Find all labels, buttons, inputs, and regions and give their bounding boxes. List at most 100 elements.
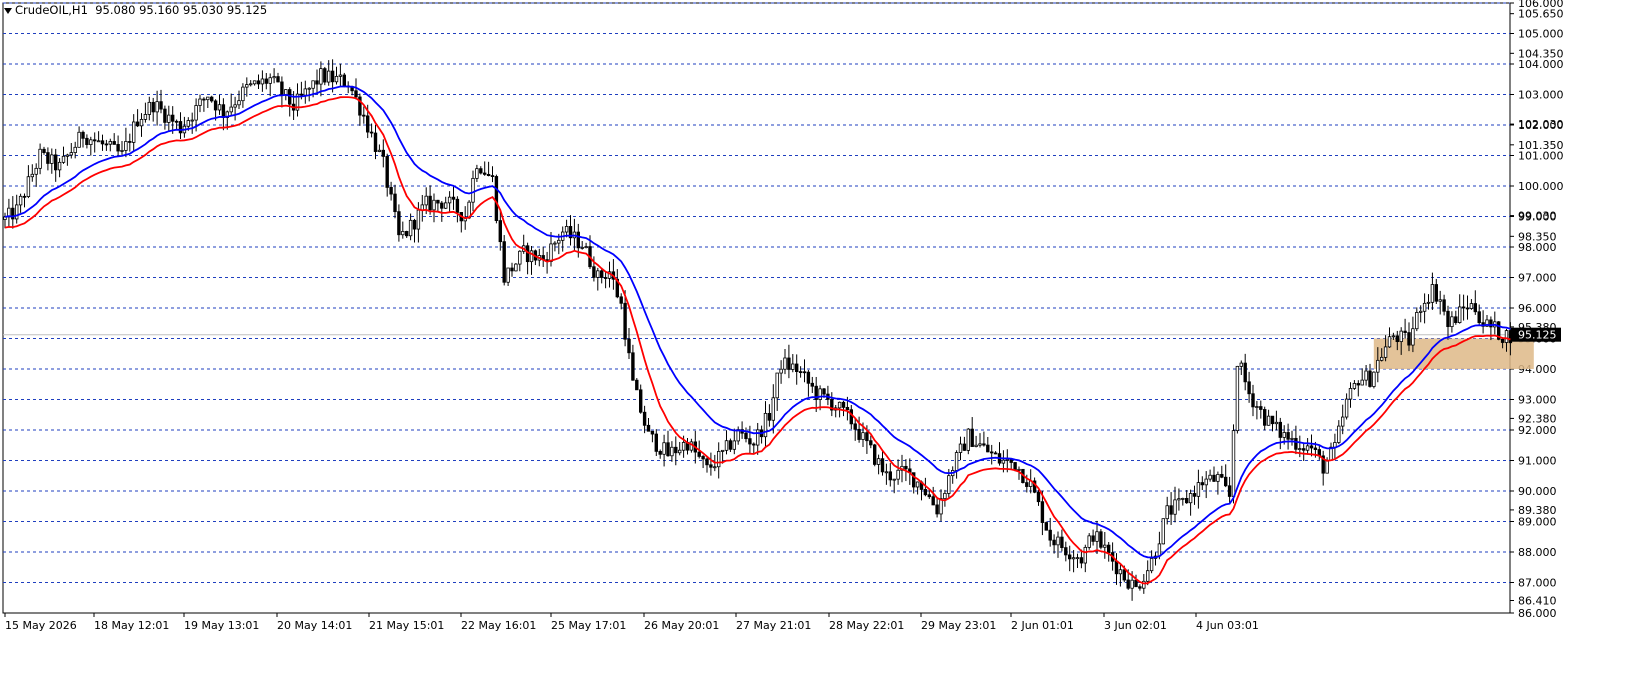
candle-body [771, 397, 775, 421]
candle-body [1360, 379, 1364, 386]
candle-body [412, 219, 417, 230]
candle-body [276, 76, 280, 83]
candle-body [1426, 301, 1431, 304]
candle-body [1450, 316, 1454, 328]
candle-body [1114, 560, 1119, 575]
candle-body [873, 444, 877, 465]
candle-body [373, 132, 378, 152]
candle-body [89, 139, 93, 145]
candle-body [167, 114, 171, 123]
candle-body [135, 121, 140, 127]
candle-body [798, 371, 803, 373]
candle-body [116, 144, 120, 152]
candle-body [108, 141, 112, 145]
candle-body [26, 176, 31, 197]
candle-body [1235, 365, 1240, 432]
candle-body [557, 239, 561, 244]
candle-body [408, 219, 413, 237]
candle-body [1220, 474, 1224, 478]
candle-body [639, 389, 643, 413]
candle-body [1305, 445, 1310, 451]
time-label: 19 May 13:01 [184, 619, 259, 632]
price-chart[interactable]: 106.000105.000104.000103.000102.000101.0… [0, 0, 1641, 693]
candle-body [717, 451, 721, 468]
candle-body [1387, 336, 1392, 348]
candle-body [1107, 544, 1111, 554]
candle-body [982, 443, 986, 446]
candle-body [1165, 505, 1169, 520]
candle-body [73, 146, 77, 154]
price-label: 92.000 [1518, 424, 1557, 437]
ohlc-values: 95.080 95.160 95.030 95.125 [95, 3, 268, 17]
candle-body [1290, 437, 1294, 440]
candle-body [986, 444, 990, 453]
candle-body [646, 424, 651, 432]
candle-body [1263, 409, 1267, 426]
candle-body [482, 172, 487, 175]
candle-body [869, 440, 873, 446]
time-label: 25 May 17:01 [551, 619, 626, 632]
candle-body [783, 357, 787, 370]
candle-body [791, 363, 795, 370]
price-label: 89.000 [1518, 516, 1557, 529]
candle-body [159, 101, 163, 110]
candle-body [802, 371, 807, 374]
candle-body [1282, 432, 1286, 438]
candle-body [1454, 316, 1458, 323]
candle-body [795, 363, 799, 372]
candle-body [943, 492, 947, 500]
candle-body [1407, 332, 1411, 346]
candle-body [806, 371, 811, 384]
candle-body [896, 469, 900, 480]
candle-body [217, 104, 222, 111]
candle-body [174, 120, 179, 123]
candle-body [494, 176, 499, 221]
candle-body [1465, 307, 1470, 310]
candle-body [744, 432, 748, 440]
candle-body [978, 443, 982, 446]
chart-header: CrudeOIL,H1 95.080 95.160 95.030 95.125 [4, 3, 267, 17]
candle-body [61, 155, 66, 163]
candle-body [315, 80, 319, 85]
candle-body [155, 101, 159, 113]
candle-body [1395, 335, 1399, 343]
candle-body [1079, 557, 1084, 564]
candle-body [151, 101, 155, 113]
time-label: 15 May 2026 [5, 619, 77, 632]
candle-body [1118, 569, 1123, 575]
candle-body [186, 120, 190, 127]
candle-body [553, 242, 557, 245]
candle-body [120, 149, 124, 152]
candle-body [748, 438, 752, 445]
candle-body [600, 270, 604, 278]
candle-body [475, 168, 479, 179]
candle-body [397, 211, 401, 236]
candle-body [1430, 284, 1435, 303]
price-label: 105.650 [1518, 8, 1564, 21]
candle-body [1048, 529, 1052, 541]
candle-body [46, 152, 50, 164]
price-label: 89.380 [1518, 504, 1557, 517]
candle-body [1196, 482, 1201, 497]
candle-body [974, 444, 978, 447]
candle-body [1149, 558, 1154, 572]
collapse-triangle-icon[interactable] [4, 7, 12, 14]
candle-body [857, 428, 861, 440]
candle-body [1040, 501, 1045, 523]
candle-body [1083, 546, 1087, 564]
candle-body [268, 77, 272, 84]
candle-body [365, 115, 370, 133]
candle-body [1458, 306, 1462, 323]
candle-body [112, 141, 116, 145]
candle-body [1200, 482, 1204, 486]
candle-body [990, 451, 994, 454]
candle-body [1368, 370, 1372, 387]
candle-body [50, 154, 54, 164]
candle-body [206, 96, 210, 101]
candle-body [1434, 284, 1438, 302]
price-label: 104.350 [1518, 47, 1564, 60]
candle-body [1071, 557, 1076, 560]
candle-body [124, 141, 128, 151]
candle-body [311, 80, 315, 89]
time-label: 22 May 16:01 [461, 619, 536, 632]
